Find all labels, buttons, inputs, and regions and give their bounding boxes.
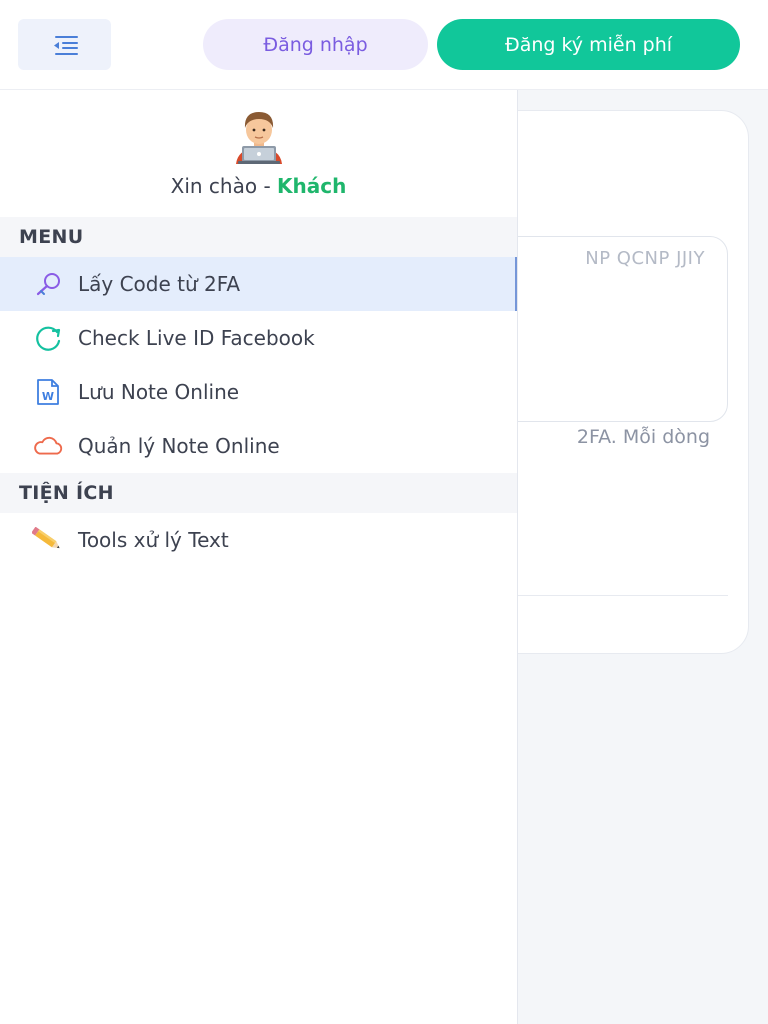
key-search-icon bbox=[32, 270, 64, 298]
nav-item-label: Lưu Note Online bbox=[78, 380, 240, 404]
svg-text:W: W bbox=[42, 390, 54, 403]
top-header: Đăng nhập Đăng ký miễn phí bbox=[0, 0, 768, 90]
nav-item-manage-note-online[interactable]: Quản lý Note Online bbox=[0, 419, 517, 473]
guest-name: Khách bbox=[277, 174, 347, 198]
greeting-prefix: Xin chào - bbox=[170, 174, 278, 198]
pencil-icon bbox=[32, 526, 64, 554]
nav-item-label: Check Live ID Facebook bbox=[78, 326, 315, 350]
section-title-menu: MENU bbox=[0, 217, 517, 257]
textarea-placeholder: NP QCNP JJIY bbox=[585, 248, 705, 269]
nav-item-label: Tools xử lý Text bbox=[78, 528, 229, 552]
input-hint-text: 2FA. Mỗi dòng bbox=[576, 426, 710, 448]
user-profile: Xin chào - Khách bbox=[0, 90, 517, 217]
login-button[interactable]: Đăng nhập bbox=[203, 19, 428, 70]
nav-item-label: Quản lý Note Online bbox=[78, 434, 280, 458]
side-drawer: Xin chào - Khách MENU Lấy Code từ 2FA Ch… bbox=[0, 90, 518, 1024]
nav-item-save-note-online[interactable]: W Lưu Note Online bbox=[0, 365, 517, 419]
cloud-icon bbox=[32, 432, 64, 460]
word-document-icon: W bbox=[32, 378, 64, 406]
nav-item-get-2fa-code[interactable]: Lấy Code từ 2FA bbox=[0, 257, 517, 311]
nav-item-label: Lấy Code từ 2FA bbox=[78, 272, 241, 296]
nav-item-check-live-facebook[interactable]: Check Live ID Facebook bbox=[0, 311, 517, 365]
user-avatar-icon bbox=[236, 112, 282, 164]
section-title-utilities: TIỆN ÍCH bbox=[0, 473, 517, 513]
nav-item-text-tools[interactable]: Tools xử lý Text bbox=[0, 513, 517, 567]
refresh-icon bbox=[32, 324, 64, 352]
register-button[interactable]: Đăng ký miễn phí bbox=[437, 19, 740, 70]
greeting-text: Xin chào - Khách bbox=[0, 174, 517, 198]
menu-collapse-icon bbox=[53, 35, 78, 55]
menu-toggle-button[interactable] bbox=[18, 19, 111, 70]
